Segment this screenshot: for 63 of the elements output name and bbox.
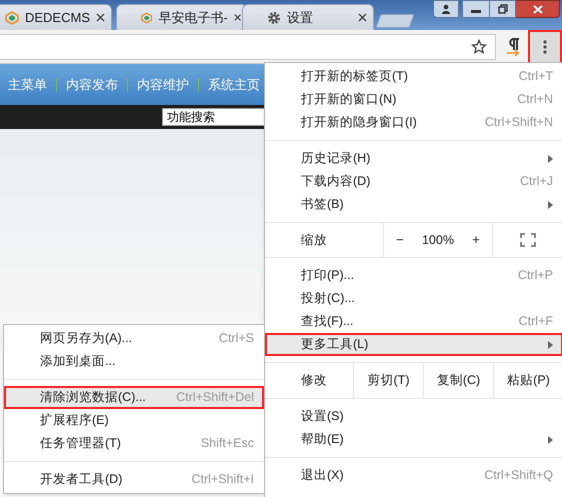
- fullscreen-icon[interactable]: [520, 233, 536, 247]
- maximize-button[interactable]: [490, 0, 516, 18]
- close-window-button[interactable]: [516, 0, 560, 18]
- browser-tab[interactable]: DEDECMS: [0, 4, 112, 30]
- shortcut-label: Ctrl+S: [218, 330, 254, 348]
- tab-title: 设置: [287, 8, 314, 27]
- menu-item[interactable]: 扩展程序(E): [4, 409, 264, 432]
- shortcut-label: Ctrl+Shift+Del: [176, 389, 254, 406]
- menu-item[interactable]: 打开新的窗口(N) Ctrl+N: [265, 88, 562, 111]
- menu-item[interactable]: 添加到桌面...: [4, 350, 264, 373]
- menu-item[interactable]: 投射(C)...: [265, 287, 562, 310]
- menu-item[interactable]: 设置(S): [265, 405, 562, 428]
- minimize-button[interactable]: [462, 0, 490, 18]
- submenu-arrow-icon: [548, 200, 553, 208]
- submenu-arrow-icon: [548, 436, 553, 444]
- minimize-icon: [471, 10, 481, 13]
- menu-item[interactable]: 帮助(E): [265, 428, 562, 451]
- gear-icon: [267, 10, 281, 24]
- menu-item[interactable]: 打开新的标签页(T) Ctrl+T: [265, 65, 562, 88]
- menu-button[interactable]: [530, 32, 560, 62]
- shortcut-label: Ctrl+N: [517, 91, 553, 108]
- zoom-out-button[interactable]: −: [390, 230, 410, 250]
- browser-tab[interactable]: 设置: [242, 4, 374, 30]
- shortcut-label: Ctrl+J: [520, 173, 553, 190]
- shortcut-label: Ctrl+T: [518, 68, 553, 86]
- zoom-level: 100%: [422, 232, 454, 249]
- close-icon[interactable]: [234, 13, 241, 22]
- menu-item[interactable]: 任务管理器(T) Shift+Esc: [4, 432, 264, 455]
- menu-item[interactable]: 下载内容(D) Ctrl+J: [265, 170, 562, 193]
- person-icon: [441, 4, 451, 14]
- site-logo-icon: [141, 10, 152, 24]
- zoom-label: 缩放: [300, 232, 328, 249]
- menu-item[interactable]: 查找(F)... Ctrl+F: [265, 310, 562, 333]
- menu-item[interactable]: 打印(P)... Ctrl+P: [265, 264, 562, 287]
- menu-item[interactable]: 清除浏览数据(C)... Ctrl+Shift+Del: [4, 386, 264, 409]
- shortcut-label: Ctrl+Shift+I: [191, 471, 254, 488]
- shortcut-label: Shift+Esc: [200, 435, 254, 452]
- shortcut-label: Ctrl+Shift+Q: [484, 467, 553, 484]
- shortcut-label: Ctrl+Shift+N: [484, 114, 553, 132]
- restore-icon: [498, 4, 508, 14]
- close-icon[interactable]: [96, 13, 105, 22]
- bookmark-star-icon[interactable]: [471, 38, 487, 54]
- tab-title: 早安电子书-: [158, 8, 228, 27]
- menu-item[interactable]: 更多工具(L): [265, 333, 562, 356]
- three-dots-icon: [543, 40, 547, 54]
- menu-item[interactable]: 书签(B): [265, 193, 562, 216]
- shortcut-label: Ctrl+F: [518, 313, 553, 330]
- pilcrow-arrow-icon[interactable]: [505, 38, 521, 56]
- menu-item[interactable]: 历史记录(H): [265, 147, 562, 170]
- menu-item[interactable]: 开发者工具(D) Ctrl+Shift+I: [4, 468, 264, 491]
- close-icon: [532, 4, 542, 14]
- new-tab-button[interactable]: [375, 14, 415, 28]
- menu-item[interactable]: 退出(X) Ctrl+Shift+Q: [265, 464, 562, 487]
- shortcut-label: Ctrl+P: [518, 267, 553, 284]
- close-icon[interactable]: [358, 13, 367, 22]
- menu-item[interactable]: 网页另存为(A)... Ctrl+S: [4, 327, 264, 350]
- submenu-arrow-icon: [548, 154, 553, 162]
- tab-title: DEDECMS: [24, 8, 90, 27]
- user-button[interactable]: [433, 0, 459, 18]
- edit-label: 修改: [300, 372, 328, 390]
- zoom-in-button[interactable]: +: [466, 230, 486, 250]
- site-logo-icon: [5, 10, 19, 24]
- submenu-arrow-icon: [548, 340, 553, 348]
